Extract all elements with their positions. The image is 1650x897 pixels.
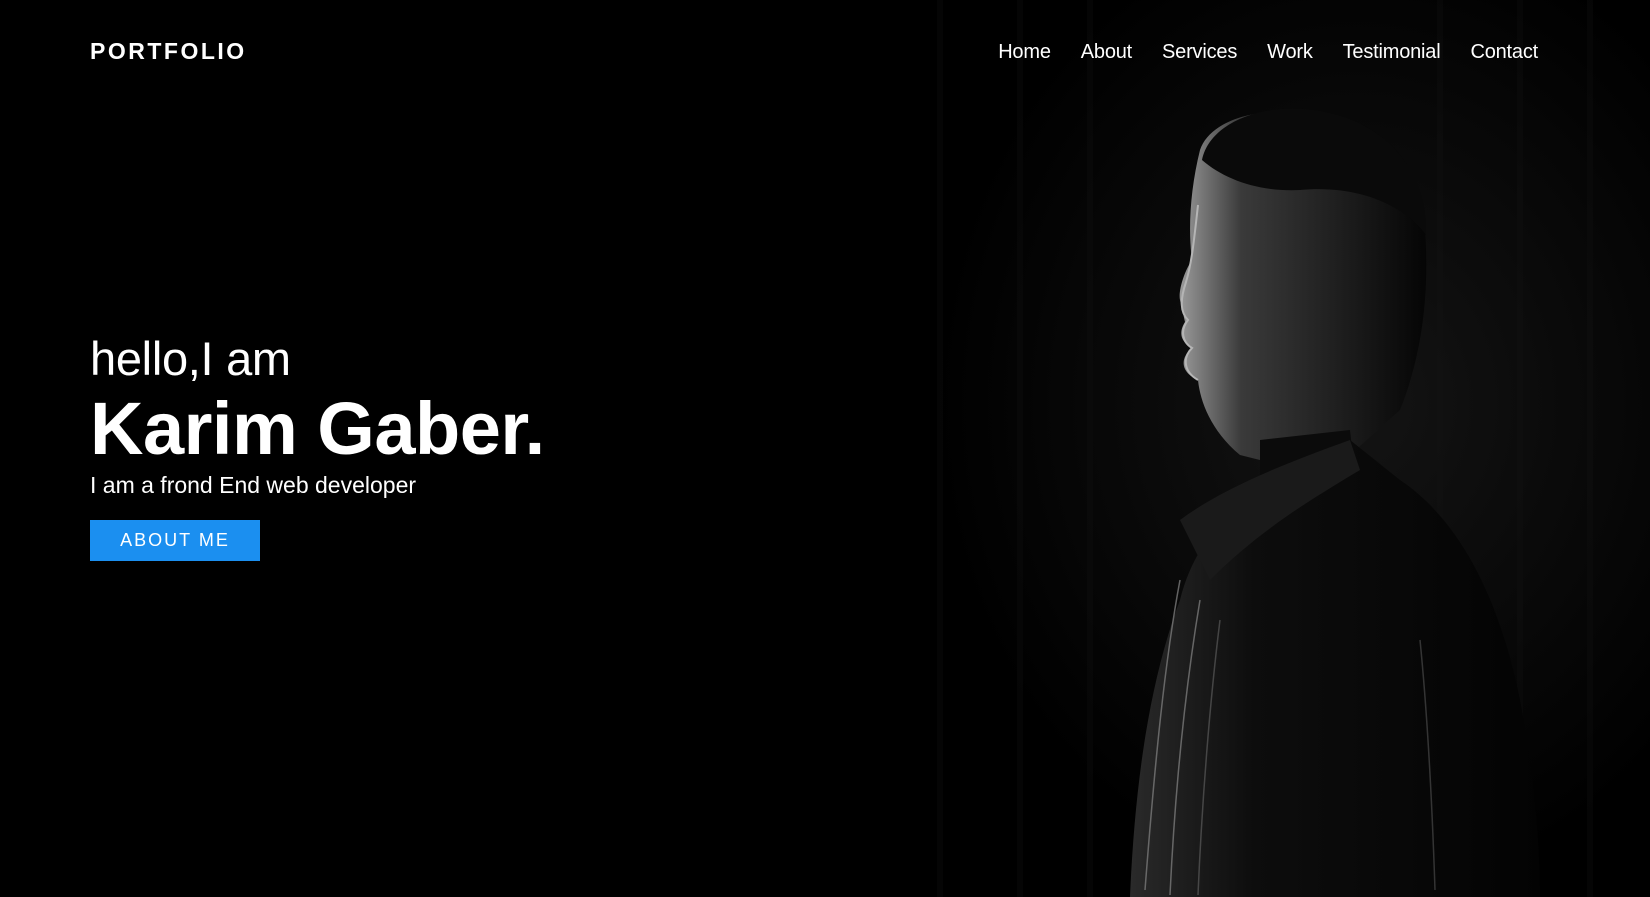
- hero-name: Karim Gaber.: [90, 387, 545, 470]
- about-me-button[interactable]: ABOUT ME: [90, 520, 260, 561]
- hero-greeting: hello,I am: [90, 332, 291, 385]
- hero-portrait-image: [880, 0, 1650, 897]
- nav-link-testimonial[interactable]: Testimonial: [1343, 39, 1441, 65]
- page: PORTFOLIO Home About Services Work Testi…: [0, 0, 1650, 897]
- navbar: PORTFOLIO Home About Services Work Testi…: [0, 0, 1650, 104]
- main-nav: Home About Services Work Testimonial Con…: [998, 39, 1538, 65]
- hero-tagline: I am a frond End web developer: [90, 472, 417, 498]
- nav-link-services[interactable]: Services: [1162, 39, 1237, 65]
- nav-link-contact[interactable]: Contact: [1470, 39, 1538, 65]
- nav-link-about[interactable]: About: [1081, 39, 1132, 65]
- nav-link-home[interactable]: Home: [998, 39, 1051, 65]
- site-logo[interactable]: PORTFOLIO: [90, 38, 247, 64]
- nav-link-work[interactable]: Work: [1267, 39, 1313, 65]
- hero-section: hello,I am Karim Gaber. I am a frond End…: [90, 333, 545, 561]
